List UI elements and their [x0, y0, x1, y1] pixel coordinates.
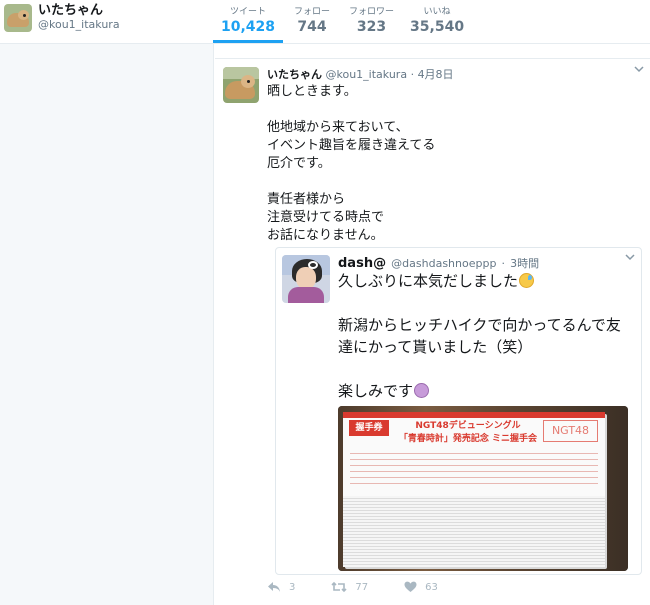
quoted-author-handle[interactable]: @dashdashnoeppp	[391, 257, 496, 270]
ticket-title: NGT48デビューシングル	[415, 421, 521, 431]
chevron-down-icon[interactable]	[625, 253, 635, 264]
tweet-paragraph: 晒しときます。	[267, 84, 357, 99]
separator: ·	[501, 257, 506, 270]
profile-stats-nav: ツイート 10,428 フォロー 744 フォロワー 323 いいね 35,54…	[213, 0, 472, 43]
quoted-tweet[interactable]: dash@ @dashdashnoeppp · 3時間 久しぶりに本気だしました…	[275, 247, 642, 575]
stat-label: フォロー	[294, 7, 331, 17]
like-button[interactable]: 63	[404, 581, 438, 593]
tweet-text: 晒しときます。 他地域から来ておいて、 イベント趣旨を履き違えてる 厄介です。 …	[267, 83, 637, 263]
stat-label: いいね	[423, 7, 451, 17]
like-count: 63	[425, 581, 438, 593]
attached-photo[interactable]: 握手券 NGT48デビューシングル 「青春時計」発売記念 ミニ握手会 NGT48	[338, 406, 628, 571]
sweat-emoji-icon	[519, 273, 535, 288]
tweet-timestamp[interactable]: 4月8日	[418, 68, 454, 81]
profile-summary[interactable]: いたちゃん @kou1_itakura	[4, 3, 120, 32]
stat-value: 35,540	[410, 19, 465, 35]
tweet-author-name[interactable]: いたちゃん	[267, 68, 322, 81]
stat-value: 744	[297, 19, 327, 35]
quoted-timestamp[interactable]: 3時間	[510, 257, 539, 270]
ticket-fine-print	[350, 448, 598, 488]
profile-name[interactable]: いたちゃん	[38, 3, 120, 19]
reply-icon	[268, 582, 280, 592]
tweet-paragraph: 他地域から来ておいて、 イベント趣旨を履き違えてる 厄介です。	[267, 120, 436, 171]
avatar[interactable]	[282, 255, 330, 303]
tweet-author-handle[interactable]: @kou1_itakura	[326, 68, 408, 81]
quoted-tweet-text: 久しぶりに本気だしました 新潟からヒッチハイクで向かってるんで友 達にかって貰い…	[338, 270, 633, 424]
retweet-icon	[331, 581, 347, 593]
stat-likes[interactable]: いいね 35,540	[402, 0, 472, 43]
quoted-tweet-header: dash@ @dashdashnoeppp · 3時間	[338, 252, 539, 271]
ticket-logo: NGT48	[543, 420, 598, 442]
tweet[interactable]: いたちゃん @kou1_itakura · 4月8日 晒しときます。 他地域から…	[215, 58, 650, 605]
quoted-author-name[interactable]: dash@	[338, 256, 386, 271]
stat-label: フォロワー	[349, 7, 395, 17]
stat-followers[interactable]: フォロワー 323	[341, 0, 402, 43]
reply-button[interactable]: 3	[267, 581, 295, 593]
chevron-down-icon[interactable]	[634, 65, 644, 76]
tweet-header: いたちゃん @kou1_itakura · 4月8日	[267, 66, 454, 82]
stat-label: ツイート	[230, 7, 267, 17]
tweet-paragraph: 責任者様から 注意受けてる時点で お話になりません。	[267, 192, 385, 243]
stat-value: 10,428	[221, 19, 276, 35]
woman-emoji-icon	[414, 383, 430, 398]
quoted-paragraph: 久しぶりに本気だしました	[338, 270, 633, 292]
reply-count: 3	[289, 581, 296, 593]
retweet-count: 77	[355, 581, 369, 593]
tweet-actions: 3 77 63	[267, 581, 474, 593]
profile-handle[interactable]: @kou1_itakura	[38, 18, 120, 32]
avatar[interactable]	[223, 67, 259, 103]
left-sidebar	[0, 44, 214, 605]
heart-icon	[404, 581, 417, 592]
quoted-paragraph: 楽しみです	[338, 380, 633, 402]
ticket-subtitle: 「青春時計」発売記念 ミニ握手会	[398, 434, 538, 444]
quoted-line: 久しぶりに本気だしました	[338, 272, 519, 290]
separator: ·	[410, 68, 415, 81]
stat-following[interactable]: フォロー 744	[283, 0, 341, 43]
quoted-line: 楽しみです	[338, 382, 414, 400]
quoted-paragraph: 新潟からヒッチハイクで向かってるんで友 達にかって貰いました（笑）	[338, 316, 621, 356]
avatar[interactable]	[4, 4, 32, 32]
profile-header: いたちゃん @kou1_itakura ツイート 10,428 フォロー 744…	[0, 0, 650, 44]
stat-value: 323	[356, 19, 387, 35]
ticket-tag: 握手券	[349, 420, 389, 436]
stat-tweets[interactable]: ツイート 10,428	[213, 0, 284, 43]
retweet-button[interactable]: 77	[331, 581, 368, 593]
